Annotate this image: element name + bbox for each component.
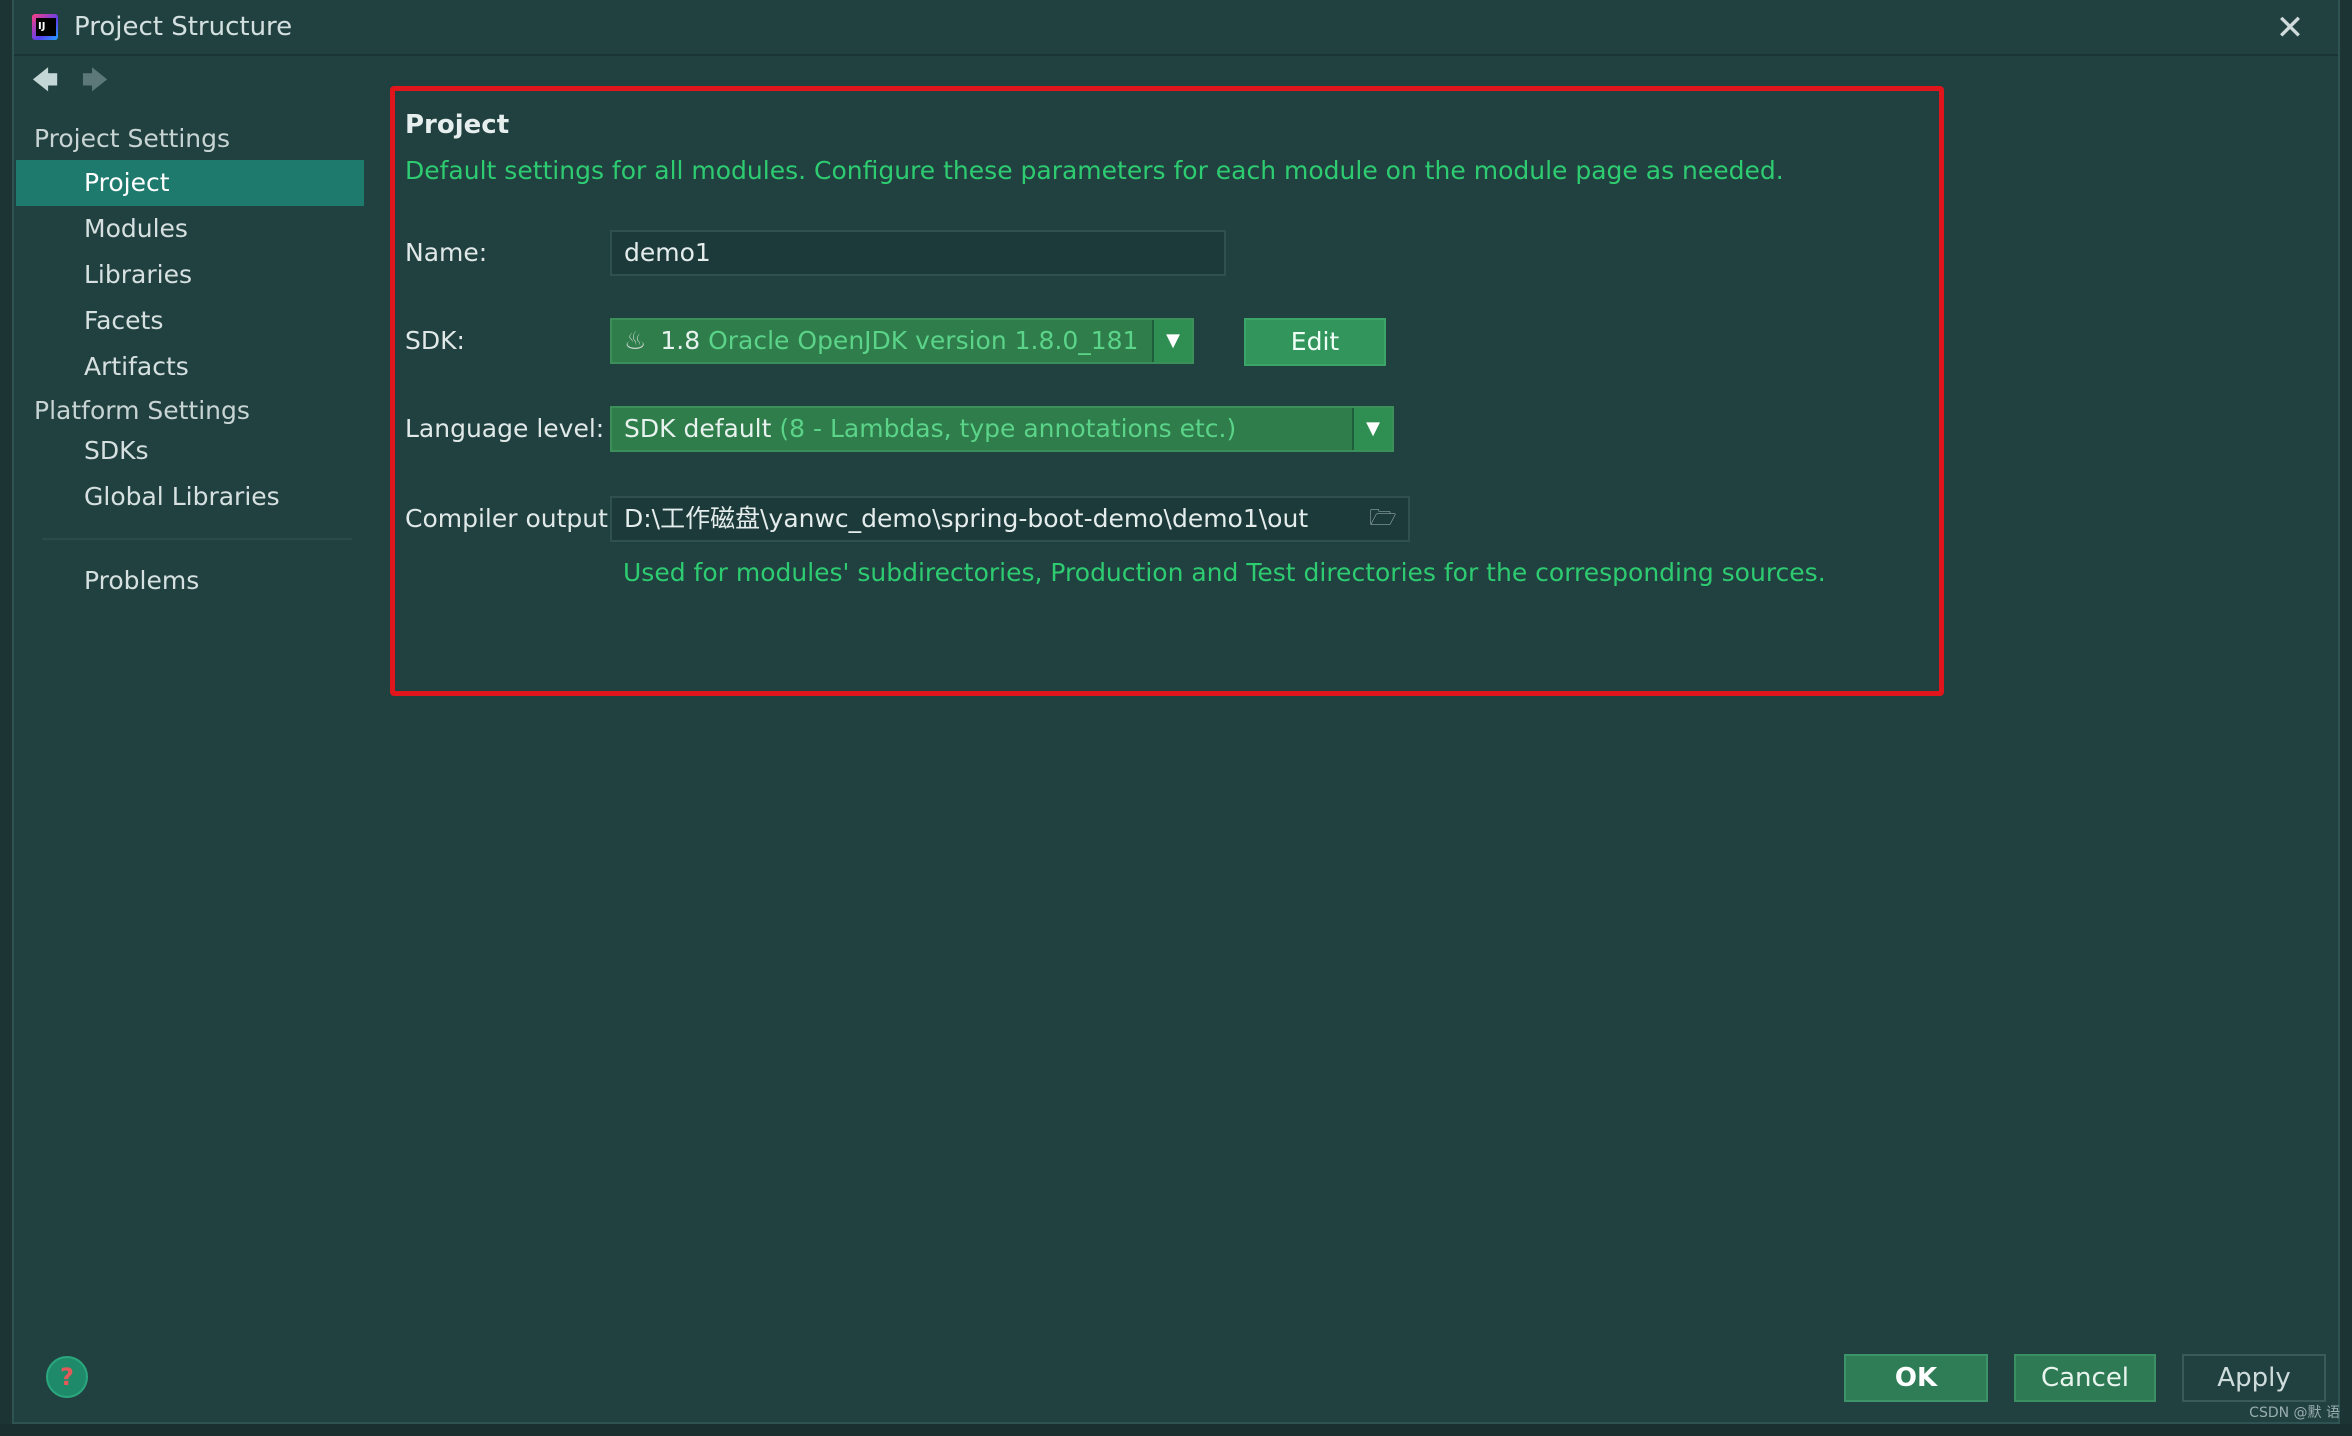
folder-icon[interactable]: 🗁: [1368, 506, 1398, 532]
sidebar-item-facets[interactable]: Facets: [16, 298, 364, 344]
apply-button[interactable]: Apply: [2182, 1354, 2326, 1402]
section-title: Project: [405, 110, 510, 140]
window-title: Project Structure: [74, 12, 293, 42]
back-arrow-icon[interactable]: 🡄: [30, 66, 60, 96]
sdk-version: 1.8: [660, 326, 701, 355]
name-label: Name:: [405, 238, 488, 267]
language-level-label: Language level:: [405, 414, 605, 443]
chevron-down-icon: ▼: [1352, 408, 1392, 450]
sdk-dropdown[interactable]: ♨ 1.8 Oracle OpenJDK version 1.8.0_181 ▼: [610, 318, 1194, 364]
sidebar-item-modules[interactable]: Modules: [16, 206, 364, 252]
language-level-dropdown[interactable]: SDK default (8 - Lambdas, type annotatio…: [610, 406, 1394, 452]
background-right-strip: [2340, 0, 2352, 1436]
sdk-label: SDK:: [405, 326, 465, 355]
compiler-output-value: D:\工作磁盘\yanwc_demo\spring-boot-demo\demo…: [624, 504, 1309, 533]
ok-button[interactable]: OK: [1844, 1354, 1988, 1402]
intellij-logo-icon: [32, 14, 58, 40]
compiler-output-hint: Used for modules' subdirectories, Produc…: [623, 558, 1826, 587]
java-cup-icon: ♨: [624, 326, 647, 355]
sidebar-item-sdks[interactable]: SDKs: [16, 428, 364, 474]
project-structure-dialog: Project Structure ✕ 🡄 🡆 Project Settings…: [12, 0, 2340, 1424]
title-bar: Project Structure ✕: [14, 0, 2338, 56]
sidebar-item-libraries[interactable]: Libraries: [16, 252, 364, 298]
project-name-input[interactable]: demo1: [610, 230, 1226, 276]
background-left-strip: [0, 0, 12, 1436]
sidebar-item-artifacts[interactable]: Artifacts: [16, 344, 364, 390]
language-level-detail: (8 - Lambdas, type annotations etc.): [779, 414, 1237, 443]
forward-arrow-icon[interactable]: 🡆: [80, 66, 110, 96]
background-bottom-strip: [0, 1424, 2352, 1436]
close-button[interactable]: ✕: [2270, 8, 2310, 48]
sidebar-divider: [42, 538, 352, 540]
sidebar-group-platform-settings: Platform Settings: [34, 396, 250, 425]
cancel-button[interactable]: Cancel: [2014, 1354, 2156, 1402]
sidebar-item-problems[interactable]: Problems: [16, 558, 364, 604]
help-icon[interactable]: ?: [46, 1356, 88, 1398]
edit-sdk-button[interactable]: Edit: [1244, 318, 1386, 366]
sidebar-item-project[interactable]: Project: [16, 160, 364, 206]
sidebar-group-project-settings: Project Settings: [34, 124, 231, 153]
section-description: Default settings for all modules. Config…: [405, 156, 1784, 185]
sdk-detail: Oracle OpenJDK version 1.8.0_181: [708, 326, 1139, 355]
sidebar-item-global-libraries[interactable]: Global Libraries: [16, 474, 364, 520]
compiler-output-label: Compiler output:: [405, 504, 617, 533]
language-level-value: SDK default: [624, 414, 772, 443]
chevron-down-icon: ▼: [1152, 320, 1192, 362]
compiler-output-input[interactable]: D:\工作磁盘\yanwc_demo\spring-boot-demo\demo…: [610, 496, 1410, 542]
watermark: CSDN @默 语: [2249, 1405, 2340, 1421]
